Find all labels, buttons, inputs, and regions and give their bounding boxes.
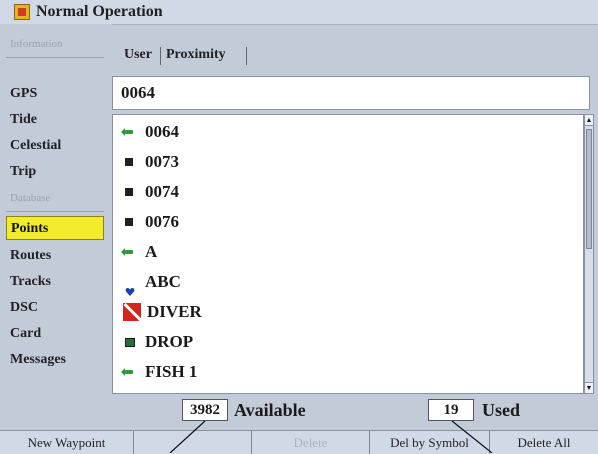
list-scrollbar[interactable]: ▲ ▼ <box>584 114 594 394</box>
sidebar-item-celestial[interactable]: Celestial <box>6 134 104 158</box>
sidebar-item-trip[interactable]: Trip <box>6 160 104 184</box>
list-item[interactable]: 0073 <box>113 147 583 177</box>
waypoint-name: A <box>145 242 158 261</box>
list-item[interactable]: 0074 <box>113 177 583 207</box>
sidebar-item-routes[interactable]: Routes <box>6 244 104 268</box>
heart-shape <box>125 288 135 296</box>
sidebar-item-tide[interactable]: Tide <box>6 108 104 132</box>
waypoint-name: DROP <box>145 332 194 351</box>
app-icon <box>14 4 30 20</box>
softkey-bar: New Waypoint Delete Del by Symbol Delete… <box>0 430 598 454</box>
green-flag-icon <box>121 128 133 136</box>
waypoint-name: 0076 <box>145 212 179 231</box>
blank-softkey <box>134 431 252 454</box>
green-flag-icon <box>121 368 133 376</box>
green-flag-icon <box>121 248 133 256</box>
waypoint-name: ABC <box>145 272 181 291</box>
waypoint-search-input[interactable]: 0064 <box>112 76 590 110</box>
tab-proximity[interactable]: Proximity <box>166 44 226 66</box>
black-square-icon <box>125 188 133 196</box>
sidebar-item-messages[interactable]: Messages <box>6 348 104 372</box>
green-square-icon <box>125 338 135 347</box>
delete-by-symbol-button[interactable]: Del by Symbol <box>370 431 490 454</box>
waypoint-name: 0064 <box>145 122 179 141</box>
scroll-down-arrow-icon[interactable]: ▼ <box>585 382 593 393</box>
title-bar: Normal Operation <box>0 0 598 25</box>
waypoint-list: 0064 0073 0074 0076 A ABC DIVER DROP FIS… <box>112 114 584 394</box>
delete-button: Delete <box>252 431 370 454</box>
new-waypoint-button[interactable]: New Waypoint <box>0 431 134 454</box>
blue-heart-icon <box>125 277 135 296</box>
scroll-thumb[interactable] <box>586 129 592 249</box>
available-count: 3982 <box>182 399 228 421</box>
sidebar-item-gps[interactable]: GPS <box>6 82 104 106</box>
list-item[interactable]: DROP <box>113 327 583 357</box>
waypoint-name: 0073 <box>145 152 179 171</box>
waypoint-name: FISH 1 <box>145 362 198 381</box>
used-label: Used <box>482 400 521 420</box>
sidebar-section-database: Database <box>10 192 51 204</box>
sidebar-section-information: Information <box>10 38 63 50</box>
tab-divider <box>160 47 161 65</box>
sidebar-divider <box>6 57 104 58</box>
sidebar: Information GPS Tide Celestial Trip Data… <box>0 24 112 398</box>
sidebar-item-points[interactable]: Points <box>6 216 104 240</box>
app-window: Normal Operation Information GPS Tide Ce… <box>0 0 598 454</box>
tab-user[interactable]: User <box>124 44 152 66</box>
waypoint-name: 0074 <box>145 182 179 201</box>
sidebar-divider <box>6 211 104 212</box>
delete-all-button[interactable]: Delete All <box>490 431 598 454</box>
list-item[interactable]: ABC <box>113 267 583 297</box>
window-title: Normal Operation <box>36 3 163 20</box>
black-square-icon <box>125 218 133 226</box>
sidebar-item-card[interactable]: Card <box>6 322 104 346</box>
list-item[interactable]: FISH 1 <box>113 357 583 387</box>
tab-divider <box>246 47 247 65</box>
list-item[interactable]: DIVER <box>113 297 583 327</box>
waypoint-name: DIVER <box>147 302 202 321</box>
available-label: Available <box>234 400 306 420</box>
used-count: 19 <box>428 399 474 421</box>
list-item[interactable]: 0076 <box>113 207 583 237</box>
black-square-icon <box>125 158 133 166</box>
scroll-up-arrow-icon[interactable]: ▲ <box>585 115 593 126</box>
diver-down-flag-icon <box>123 303 141 321</box>
list-item[interactable]: 0064 <box>113 117 583 147</box>
sidebar-item-dsc[interactable]: DSC <box>6 296 104 320</box>
sidebar-item-tracks[interactable]: Tracks <box>6 270 104 294</box>
list-item[interactable]: A <box>113 237 583 267</box>
